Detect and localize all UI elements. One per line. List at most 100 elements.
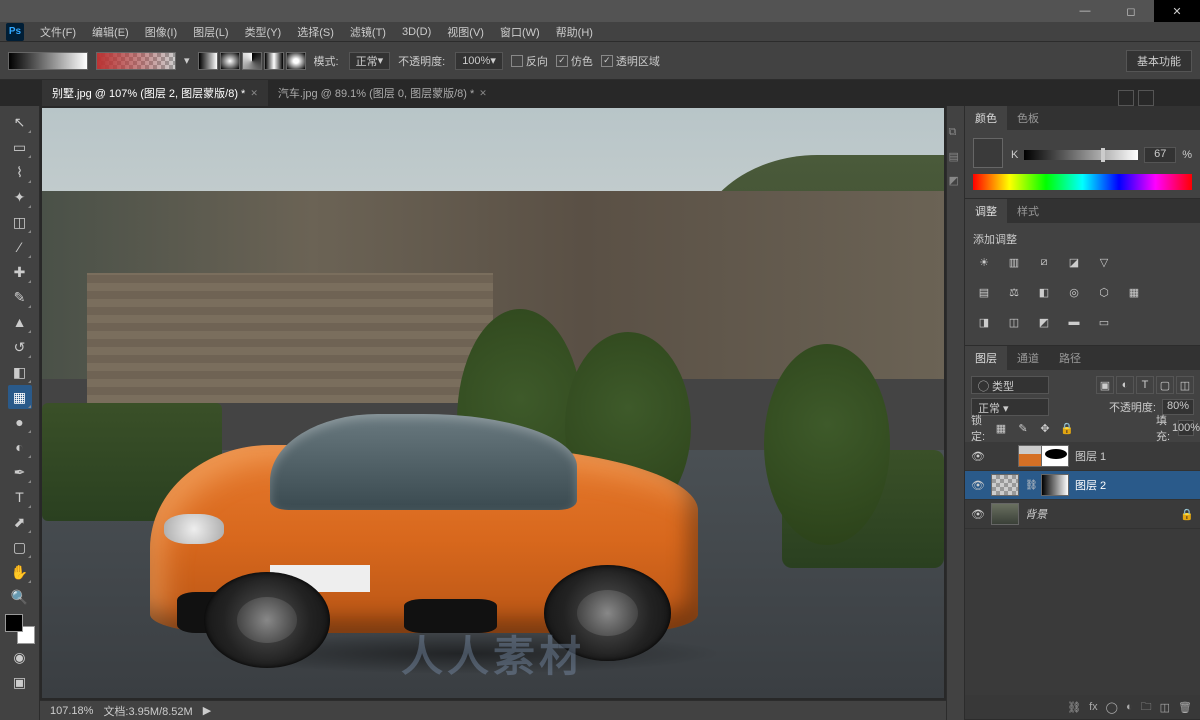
grid-icon[interactable] [1138,90,1154,106]
adjustment-layer-icon[interactable]: ◐ [1126,701,1133,713]
k-value[interactable]: 67 [1144,147,1176,163]
layer-thumbnail[interactable] [991,503,1019,525]
adj-lookup-icon[interactable]: ▦ [1123,281,1145,303]
group-icon[interactable]: 🗀 [1141,698,1152,717]
tool-history-brush[interactable]: ↺ [8,335,32,359]
tool-quickmask[interactable]: ◉ [8,645,32,669]
delete-layer-icon[interactable]: 🗑 [1178,701,1192,714]
menu-view[interactable]: 视图(V) [439,22,492,42]
adj-vibrance-icon[interactable]: ▽ [1093,251,1115,273]
tool-zoom[interactable]: 🔍 [8,585,32,609]
visibility-icon[interactable]: 👁 [971,508,985,521]
menu-select[interactable]: 选择(S) [289,22,342,42]
tool-stamp[interactable]: ▲ [8,310,32,334]
tool-eraser[interactable]: ◧ [8,360,32,384]
tool-move[interactable]: ↖ [8,110,32,134]
menu-image[interactable]: 图像(I) [137,22,185,42]
close-button[interactable]: ✕ [1154,0,1200,22]
tool-hand[interactable]: ✋ [8,560,32,584]
lock-position-icon[interactable]: ✥ [1037,420,1053,436]
layer-filter-select[interactable]: ◯ 类型 [971,376,1049,394]
tool-lasso[interactable]: ⌇ [8,160,32,184]
visibility-icon[interactable]: 👁 [971,479,985,492]
tab-styles[interactable]: 样式 [1007,199,1049,223]
adj-curves-icon[interactable]: ⧄ [1033,251,1055,273]
tool-pen[interactable]: ✒ [8,460,32,484]
layer-name[interactable]: 图层 2 [1075,477,1194,493]
adj-exposure-icon[interactable]: ◪ [1063,251,1085,273]
tab-layers[interactable]: 图层 [965,346,1007,370]
tool-blur[interactable]: ● [8,410,32,434]
tool-marquee[interactable]: ▭ [8,135,32,159]
mask-thumbnail[interactable] [1041,474,1069,496]
tool-type[interactable]: T [8,485,32,509]
document-tab-inactive[interactable]: 汽车.jpg @ 89.1% (图层 0, 图层蒙版/8) *✕ [268,80,497,106]
tab-paths[interactable]: 路径 [1049,346,1091,370]
gradient-swatch[interactable] [8,52,88,70]
adj-gradient-map-icon[interactable]: ▬ [1063,311,1085,333]
spectrum-bar[interactable] [973,174,1192,190]
fx-icon[interactable]: fx [1089,701,1098,713]
tab-close-icon[interactable]: ✕ [479,88,487,99]
mask-icon[interactable]: ◯ [1106,701,1118,714]
adj-threshold-icon[interactable]: ◩ [1033,311,1055,333]
tool-eyedropper[interactable]: ⁄ [8,235,32,259]
k-slider[interactable] [1024,150,1138,160]
link-layers-icon[interactable]: ⛓ [1067,701,1081,714]
tool-shape[interactable]: ▢ [8,535,32,559]
adj-selective-icon[interactable]: ▭ [1093,311,1115,333]
lock-all-icon[interactable]: 🔒 [1059,420,1075,436]
menu-edit[interactable]: 编辑(E) [84,22,137,42]
tab-close-icon[interactable]: ✕ [250,88,258,99]
filter-pixel-icon[interactable]: ▣ [1096,376,1114,394]
menu-window[interactable]: 窗口(W) [492,22,548,42]
adj-bw-icon[interactable]: ◧ [1033,281,1055,303]
lock-pixels-icon[interactable]: ✎ [1015,420,1031,436]
menu-type[interactable]: 类型(Y) [237,22,290,42]
adj-levels-icon[interactable]: ▥ [1003,251,1025,273]
gradient-preset[interactable] [96,52,176,70]
tab-swatches[interactable]: 色板 [1007,106,1049,130]
dropdown-icon[interactable]: ▾ [184,54,190,67]
filter-type-icon[interactable]: T [1136,376,1154,394]
layer-name[interactable]: 图层 1 [1075,448,1194,464]
gradient-radial[interactable] [220,52,240,70]
tool-gradient[interactable]: ▦ [8,385,32,409]
gradient-linear[interactable] [198,52,218,70]
gradient-diamond[interactable] [286,52,306,70]
canvas[interactable]: 人人素材 [42,108,944,698]
maximize-button[interactable]: ◻ [1108,0,1154,22]
tool-screenmode[interactable]: ▣ [8,670,32,694]
reverse-checkbox[interactable] [511,55,523,67]
tab-color[interactable]: 颜色 [965,106,1007,130]
layer-row-background[interactable]: 👁 背景 🔒 [965,500,1200,529]
tool-crop[interactable]: ◫ [8,210,32,234]
layer-row[interactable]: 👁 ⛓ 图层 1 [965,442,1200,471]
workspace-select[interactable]: 基本功能 [1126,50,1192,72]
opacity-select[interactable]: 100% ▾ [455,52,503,70]
fill-value[interactable]: 100% [1178,420,1194,436]
dock-icon-actions[interactable]: ▤ [949,150,963,164]
adj-brightness-icon[interactable]: ☀ [973,251,995,273]
tool-path-select[interactable]: ⬈ [8,510,32,534]
tab-adjustments[interactable]: 调整 [965,199,1007,223]
menu-filter[interactable]: 滤镜(T) [342,22,394,42]
menu-3d[interactable]: 3D(D) [394,24,439,40]
adj-balance-icon[interactable]: ⚖ [1003,281,1025,303]
adj-photo-filter-icon[interactable]: ◎ [1063,281,1085,303]
menu-layer[interactable]: 图层(L) [185,22,236,42]
status-zoom[interactable]: 107.18% [50,705,93,717]
adj-mixer-icon[interactable]: ⬡ [1093,281,1115,303]
dock-icon-info[interactable]: ◩ [949,174,963,188]
tool-brush[interactable]: ✎ [8,285,32,309]
ruler-icon[interactable] [1118,90,1134,106]
mode-select[interactable]: 正常 ▾ [349,52,391,70]
filter-smart-icon[interactable]: ◫ [1176,376,1194,394]
gradient-reflected[interactable] [264,52,284,70]
tool-dodge[interactable]: ◐ [8,435,32,459]
tool-healing[interactable]: ✚ [8,260,32,284]
lock-transparency-icon[interactable]: ▦ [993,420,1009,436]
visibility-icon[interactable]: 👁 [971,450,985,463]
color-preview[interactable] [973,138,1003,168]
dock-icon-history[interactable]: ⧉ [949,126,963,140]
